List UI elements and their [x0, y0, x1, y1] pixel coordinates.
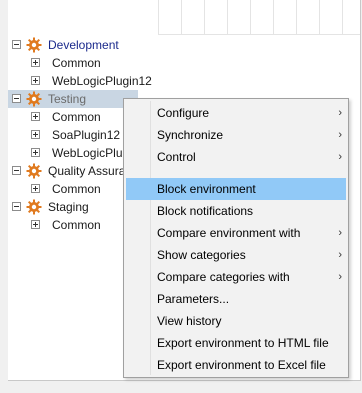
environment-label: Quality Assura: [48, 164, 126, 178]
tree-node-quality-assurance[interactable]: Quality Assura: [8, 162, 128, 180]
tree-node-testing-soaplugin12[interactable]: SoaPlugin12: [8, 126, 128, 144]
tree-node-staging[interactable]: Staging: [8, 198, 128, 216]
menu-item-parameters[interactable]: Parameters...: [126, 288, 346, 310]
menu-item-label: Configure: [157, 106, 210, 120]
menu-item-configure[interactable]: Configure ›: [126, 102, 346, 124]
tree-node-development-common[interactable]: Common: [8, 54, 208, 72]
expand-icon[interactable]: [31, 112, 40, 121]
menu-item-label: Show categories: [157, 248, 246, 262]
submenu-arrow-icon: ›: [338, 107, 342, 119]
category-label: Common: [52, 110, 101, 124]
collapse-icon[interactable]: [12, 166, 21, 175]
menu-item-view-history[interactable]: View history: [126, 310, 346, 332]
collapse-icon[interactable]: [12, 202, 21, 211]
expand-icon[interactable]: [31, 184, 40, 193]
tree-node-quality-common[interactable]: Common: [8, 180, 128, 198]
menu-item-label: Block environment: [157, 182, 256, 196]
expand-icon[interactable]: [31, 148, 40, 157]
menu-item-compare-environment[interactable]: Compare environment with ›: [126, 222, 346, 244]
category-label: SoaPlugin12: [52, 128, 121, 142]
tree-node-testing-weblogicplugin[interactable]: WebLogicPlu: [8, 144, 128, 162]
tree-node-testing[interactable]: Testing: [8, 90, 138, 108]
menu-item-label: Block notifications: [157, 204, 254, 218]
environment-label: Staging: [48, 200, 89, 214]
gear-icon: [26, 163, 42, 179]
menu-item-export-excel[interactable]: Export environment to Excel file: [126, 354, 346, 376]
submenu-arrow-icon: ›: [338, 129, 342, 141]
tree-node-testing-common[interactable]: Common: [8, 108, 128, 126]
menu-item-synchronize[interactable]: Synchronize ›: [126, 124, 346, 146]
collapse-icon[interactable]: [12, 40, 21, 49]
menu-item-control[interactable]: Control ›: [126, 146, 346, 168]
menu-item-label: Parameters...: [157, 292, 230, 306]
tree-node-development-weblogicplugin12[interactable]: WebLogicPlugin12: [8, 72, 208, 90]
menu-item-show-categories[interactable]: Show categories ›: [126, 244, 346, 266]
environment-label: Development: [48, 38, 119, 52]
menu-item-label: Compare environment with: [157, 226, 301, 240]
category-label: WebLogicPlu: [52, 146, 123, 160]
menu-item-label: Control: [157, 150, 196, 164]
menu-item-export-html[interactable]: Export environment to HTML file: [126, 332, 346, 354]
menu-item-block-notifications[interactable]: Block notifications: [126, 200, 346, 222]
menu-item-label: Export environment to HTML file: [157, 336, 329, 350]
collapse-icon[interactable]: [12, 94, 21, 103]
expand-icon[interactable]: [31, 220, 40, 229]
category-label: Common: [52, 182, 101, 196]
menu-item-label: Synchronize: [157, 128, 224, 142]
menu-item-label: Export environment to Excel file: [157, 358, 326, 372]
submenu-arrow-icon: ›: [338, 227, 342, 239]
gear-icon: [26, 37, 42, 53]
submenu-arrow-icon: ›: [338, 151, 342, 163]
menu-item-label: Compare categories with: [157, 270, 290, 284]
submenu-arrow-icon: ›: [338, 271, 342, 283]
category-label: WebLogicPlugin12: [52, 74, 152, 88]
category-label: Common: [52, 56, 101, 70]
header-grid: [158, 0, 360, 35]
category-label: Common: [52, 218, 101, 232]
expand-icon[interactable]: [31, 76, 40, 85]
tree-node-staging-common[interactable]: Common: [8, 216, 128, 234]
menu-item-block-environment[interactable]: Block environment: [126, 178, 346, 200]
submenu-arrow-icon: ›: [338, 249, 342, 261]
menu-item-compare-categories[interactable]: Compare categories with ›: [126, 266, 346, 288]
context-menu: Configure › Synchronize › Control › Bloc…: [123, 98, 349, 378]
environment-label: Testing: [48, 92, 87, 106]
gear-icon: [26, 199, 42, 215]
menu-item-label: View history: [157, 314, 222, 328]
expand-icon[interactable]: [31, 130, 40, 139]
expand-icon[interactable]: [31, 58, 40, 67]
gear-icon: [26, 91, 42, 107]
tree-node-development[interactable]: Development: [8, 36, 208, 54]
